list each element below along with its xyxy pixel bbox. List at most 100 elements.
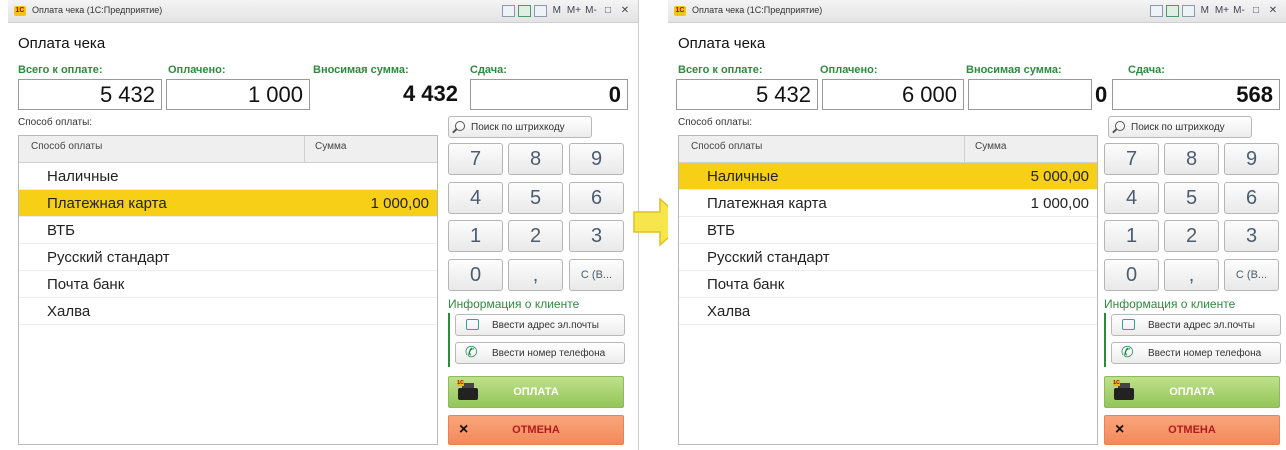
enter-phone-label: Ввести номер телефона [1148,348,1262,359]
cancel-button-label: ОТМЕНА [512,424,560,436]
row-sum [305,217,437,243]
row-sum [965,298,1097,324]
payment-methods-table: Способ оплаты Сумма Наличные Платежная к… [18,135,438,445]
key-6[interactable]: 6 [569,182,624,214]
key-clear[interactable]: С (В... [1224,259,1279,291]
memory-subtract-button[interactable]: M- [1232,3,1246,18]
total-label: Всего к оплате: [18,64,103,76]
table-row[interactable]: Почта банк [19,271,437,298]
key-comma[interactable]: , [1164,259,1219,291]
entered-amount-field[interactable] [968,79,1092,110]
table-icon[interactable] [517,4,531,17]
enter-email-button[interactable]: Ввести адрес эл.почты [455,314,625,336]
key-7[interactable]: 7 [1104,143,1159,175]
key-1[interactable]: 1 [1104,220,1159,252]
table-row[interactable]: Наличные [19,163,437,190]
barcode-search-label: Поиск по штрихкоду [471,122,565,133]
pay-button[interactable]: 1С ОПЛАТА [1104,376,1280,408]
row-sum: 1 000,00 [1030,195,1089,212]
row-method-name: Халва [707,303,751,320]
memory-button[interactable]: M [1198,3,1212,18]
table-row[interactable]: Русский стандарт [679,244,1097,271]
table-row[interactable]: Халва [19,298,437,325]
key-6[interactable]: 6 [1224,182,1279,214]
window-titlebar: 1С Оплата чека (1С:Предприятие) M M+ M- … [668,0,1286,23]
row-sum [965,244,1097,270]
close-icon: × [1115,421,1125,438]
close-button[interactable]: ✕ [618,3,632,18]
key-clear[interactable]: С (В... [569,259,624,291]
key-2[interactable]: 2 [1164,220,1219,252]
key-5[interactable]: 5 [508,182,563,214]
key-9[interactable]: 9 [1224,143,1279,175]
key-1[interactable]: 1 [448,220,503,252]
table-row[interactable]: ВТБ [679,217,1097,244]
save-icon[interactable] [1149,4,1163,17]
memory-add-button[interactable]: M+ [1215,3,1229,18]
maximize-button[interactable]: □ [1249,3,1263,18]
key-comma[interactable]: , [508,259,563,291]
barcode-search-button[interactable]: Поиск по штрихкоду [1108,116,1252,138]
row-sum [965,271,1097,297]
window-title: Оплата чека (1С:Предприятие) [692,5,823,15]
magnifier-icon [455,121,465,131]
close-button[interactable]: ✕ [1266,3,1280,18]
row-method-name: Наличные [707,168,779,185]
table-row-selected[interactable]: Платежная карта 1 000,00 [19,190,437,217]
column-header-method[interactable]: Способ оплаты [679,136,965,162]
column-header-method[interactable]: Способ оплаты [19,136,305,162]
pay-button[interactable]: 1С ОПЛАТА [448,376,624,408]
cancel-button[interactable]: × ОТМЕНА [1104,415,1280,445]
entered-amount-field[interactable]: 4 432 [314,79,464,110]
table-row[interactable]: Русский стандарт [19,244,437,271]
payment-window-before: 1С Оплата чека (1С:Предприятие) M M+ M- … [8,0,639,450]
change-field: 0 [470,79,628,110]
table-row[interactable]: Почта банк [679,271,1097,298]
enter-email-label: Ввести адрес эл.почты [1148,320,1255,331]
key-3[interactable]: 3 [1224,220,1279,252]
window-titlebar: 1С Оплата чека (1С:Предприятие) M M+ M- … [8,0,638,23]
enter-email-label: Ввести адрес эл.почты [492,320,599,331]
memory-add-button[interactable]: M+ [567,3,581,18]
key-0[interactable]: 0 [1104,259,1159,291]
key-8[interactable]: 8 [508,143,563,175]
row-method-name: Русский стандарт [707,249,830,266]
cancel-button-label: ОТМЕНА [1168,424,1216,436]
key-2[interactable]: 2 [508,220,563,252]
enter-email-button[interactable]: Ввести адрес эл.почты [1111,314,1281,336]
key-4[interactable]: 4 [1104,182,1159,214]
key-5[interactable]: 5 [1164,182,1219,214]
calendar-icon[interactable] [1181,4,1195,17]
save-icon[interactable] [501,4,515,17]
barcode-search-button[interactable]: Поиск по штрихкоду [448,116,592,138]
memory-subtract-button[interactable]: M- [584,3,598,18]
row-sum [305,271,437,297]
cancel-button[interactable]: × ОТМЕНА [448,415,624,445]
enter-phone-label: Ввести номер телефона [492,348,606,359]
row-method-name: Почта банк [47,276,125,293]
column-header-sum[interactable]: Сумма [305,136,437,162]
key-3[interactable]: 3 [569,220,624,252]
key-0[interactable]: 0 [448,259,503,291]
row-sum [305,163,437,189]
table-row[interactable]: Халва [679,298,1097,325]
row-sum [305,244,437,270]
key-4[interactable]: 4 [448,182,503,214]
cash-register-icon: 1С [1113,381,1135,401]
table-row-selected[interactable]: Наличные 5 000,00 [679,163,1097,190]
close-icon: × [459,421,469,438]
form-title: Оплата чека [18,35,106,52]
memory-button[interactable]: M [550,3,564,18]
enter-phone-button[interactable]: ✆ Ввести номер телефона [455,342,625,364]
enter-phone-button[interactable]: ✆ Ввести номер телефона [1111,342,1281,364]
key-8[interactable]: 8 [1164,143,1219,175]
calendar-icon[interactable] [533,4,547,17]
table-icon[interactable] [1165,4,1179,17]
table-row[interactable]: Платежная карта 1 000,00 [679,190,1097,217]
table-row[interactable]: ВТБ [19,217,437,244]
row-method-name: ВТБ [47,222,76,239]
column-header-sum[interactable]: Сумма [965,136,1097,162]
maximize-button[interactable]: □ [601,3,615,18]
key-9[interactable]: 9 [569,143,624,175]
key-7[interactable]: 7 [448,143,503,175]
